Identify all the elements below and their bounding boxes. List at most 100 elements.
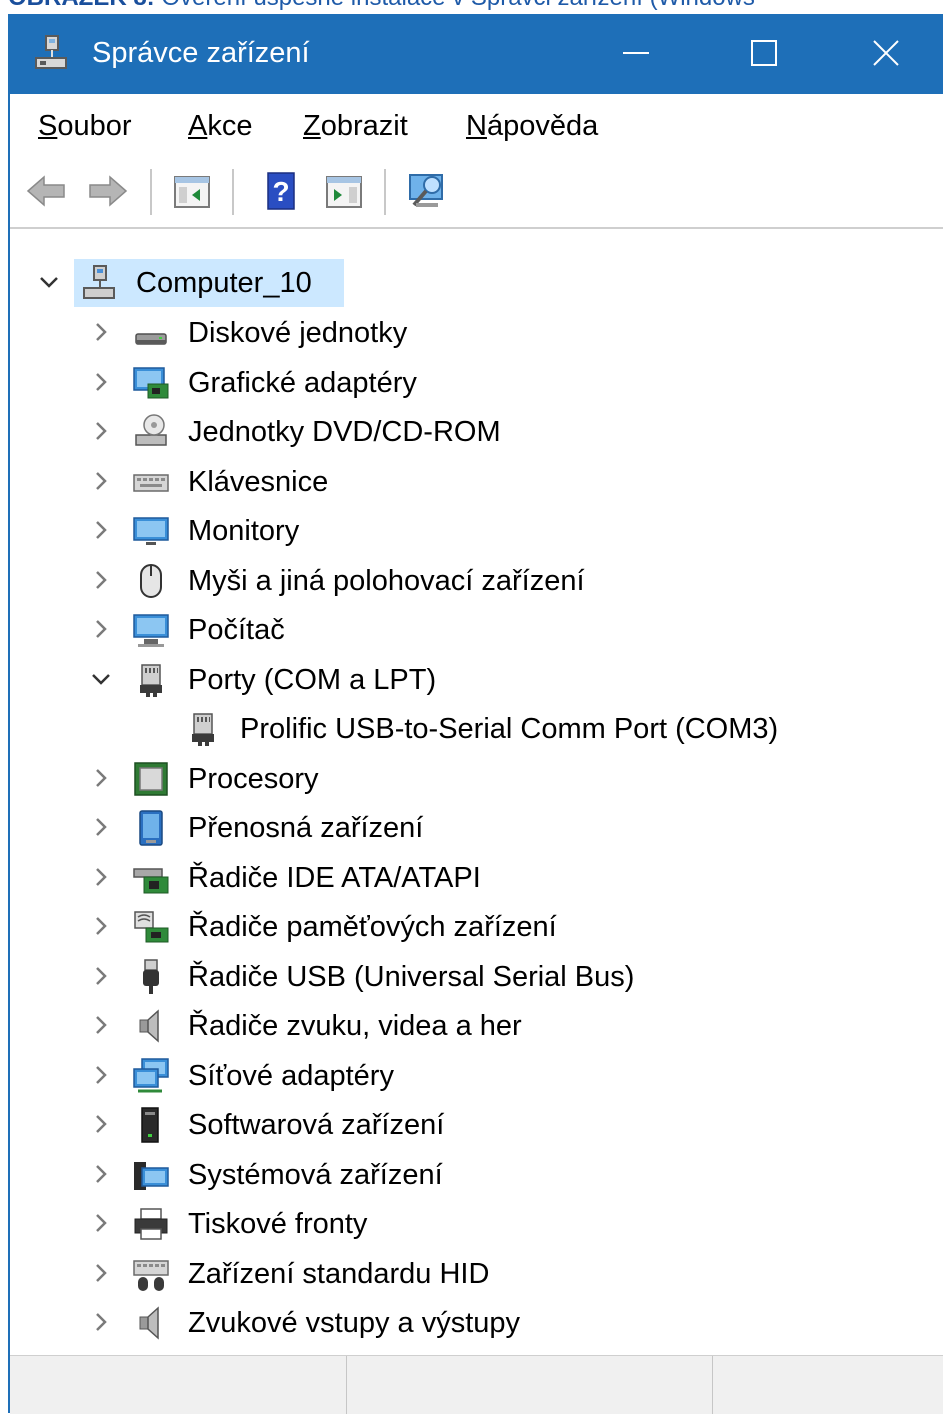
chevron-right-icon[interactable] <box>88 1111 114 1137</box>
tree-item-label: Monitory <box>188 515 300 547</box>
tree-root[interactable]: Computer_10 <box>10 259 943 307</box>
toolbar-separator <box>232 169 234 215</box>
software-device-icon <box>141 1107 159 1143</box>
close-button[interactable] <box>827 14 943 94</box>
menu-action[interactable]: Akce <box>188 108 252 144</box>
portable-device-icon <box>139 810 163 846</box>
tree-item[interactable]: Zařízení standardu HID <box>10 1250 943 1298</box>
chevron-right-icon[interactable] <box>88 616 114 642</box>
tree-root-label: Computer_10 <box>136 267 312 299</box>
title-bar[interactable]: Správce zařízení <box>10 14 943 94</box>
minimize-button[interactable] <box>577 14 695 94</box>
device-tree: Computer_10 Diskové jednotky Grafické ada… <box>10 229 943 1355</box>
mouse-icon <box>140 564 162 598</box>
tree-item-label: Počítač <box>188 614 285 646</box>
tree-item[interactable]: Softwarová zařízení <box>10 1101 943 1149</box>
chevron-right-icon[interactable] <box>88 1309 114 1335</box>
toolbar: ? <box>10 157 943 229</box>
tree-item-label: Přenosná zařízení <box>188 812 424 844</box>
close-icon <box>873 40 899 66</box>
network-adapter-icon <box>133 1058 169 1093</box>
speaker-icon <box>139 1009 159 1043</box>
usb-icon <box>143 959 159 994</box>
tree-item[interactable]: Síťové adaptéry <box>10 1052 943 1100</box>
tree-item-label: Řadiče zvuku, videa a her <box>188 1010 522 1042</box>
menu-help[interactable]: Nápověda <box>466 108 598 144</box>
tree-item[interactable]: Grafické adaptéry <box>10 359 943 407</box>
tree-item[interactable]: Přenosná zařízení <box>10 804 943 852</box>
tree-item[interactable]: Diskové jednotky <box>10 309 943 357</box>
tree-item-child[interactable]: Prolific USB-to-Serial Comm Port (COM3) <box>10 705 943 753</box>
maximize-button[interactable] <box>705 14 823 94</box>
disk-drive-icon <box>135 333 167 345</box>
scan-hardware-changes-icon[interactable] <box>406 169 450 213</box>
tree-item[interactable]: Tiskové fronty <box>10 1200 943 1248</box>
help-icon[interactable]: ? <box>260 169 304 213</box>
chevron-right-icon[interactable] <box>88 814 114 840</box>
chevron-right-icon[interactable] <box>88 963 114 989</box>
tree-item-label: Systémová zařízení <box>188 1159 443 1191</box>
tree-item[interactable]: Řadiče USB (Universal Serial Bus) <box>10 953 943 1001</box>
chevron-right-icon[interactable] <box>88 765 114 791</box>
chevron-right-icon[interactable] <box>88 567 114 593</box>
ide-controller-icon <box>133 868 169 894</box>
tree-item-label: Zařízení standardu HID <box>188 1258 490 1290</box>
menu-view[interactable]: Zobrazit <box>303 108 408 144</box>
show-hide-console-tree-icon[interactable] <box>170 169 214 213</box>
tree-item-label: Diskové jednotky <box>188 317 408 349</box>
speaker-icon <box>139 1306 159 1340</box>
status-cell-3 <box>712 1356 943 1414</box>
tree-item-label: Klávesnice <box>188 466 329 498</box>
status-cell-1 <box>10 1356 347 1414</box>
chevron-right-icon[interactable] <box>88 468 114 494</box>
chevron-right-icon[interactable] <box>88 418 114 444</box>
chevron-right-icon[interactable] <box>88 864 114 890</box>
tree-item[interactable]: Systémová zařízení <box>10 1151 943 1199</box>
tree-item-label: Řadiče USB (Universal Serial Bus) <box>188 961 635 993</box>
tree-item-label: Řadiče IDE ATA/ATAPI <box>188 862 481 894</box>
tree-item[interactable]: Jednotky DVD/CD-ROM <box>10 408 943 456</box>
tree-item[interactable]: Řadiče zvuku, videa a her <box>10 1002 943 1050</box>
chevron-right-icon[interactable] <box>88 1260 114 1286</box>
tree-item-label: Řadiče paměťových zařízení <box>188 911 557 943</box>
chevron-right-icon[interactable] <box>88 319 114 345</box>
tree-item[interactable]: Řadiče IDE ATA/ATAPI <box>10 854 943 902</box>
menu-file[interactable]: Soubor <box>38 108 132 144</box>
tree-item-label: Zvukové vstupy a výstupy <box>188 1307 521 1339</box>
chevron-right-icon[interactable] <box>88 517 114 543</box>
tree-item-label: Porty (COM a LPT) <box>188 664 437 696</box>
keyboard-icon <box>133 474 169 492</box>
forward-arrow-icon[interactable] <box>86 169 130 213</box>
chevron-right-icon[interactable] <box>88 1012 114 1038</box>
tree-item[interactable]: Procesory <box>10 755 943 803</box>
chevron-down-icon[interactable] <box>36 269 62 295</box>
toolbar-separator <box>150 169 152 215</box>
chevron-right-icon[interactable] <box>88 1161 114 1187</box>
chevron-right-icon[interactable] <box>88 369 114 395</box>
svg-text:?: ? <box>272 176 289 207</box>
minimize-icon <box>623 52 649 54</box>
tree-item[interactable]: Myši a jiná polohovací zařízení <box>10 557 943 605</box>
display-adapter-icon <box>133 367 169 399</box>
chevron-right-icon[interactable] <box>88 1210 114 1236</box>
back-arrow-icon[interactable] <box>24 169 68 213</box>
monitor-icon <box>133 517 169 545</box>
caption-strip: OBRÁZEK 8: Ověření úspěšné instalace v S… <box>0 0 943 14</box>
tree-item[interactable]: Porty (COM a LPT) <box>10 656 943 704</box>
tree-item[interactable]: Monitory <box>10 507 943 555</box>
computer-root-icon <box>83 265 115 299</box>
window-title: Správce zařízení <box>92 37 310 69</box>
tree-item[interactable]: Počítač <box>10 606 943 654</box>
chevron-right-icon[interactable] <box>88 913 114 939</box>
chevron-right-icon[interactable] <box>88 1062 114 1088</box>
chevron-down-icon[interactable] <box>88 666 114 692</box>
computer-icon <box>133 614 169 647</box>
tree-item[interactable]: Zvukové vstupy a výstupy <box>10 1299 943 1347</box>
device-manager-window: Správce zařízení Soubor Akce Zobrazit Ná… <box>8 14 943 1414</box>
port-icon <box>140 664 162 697</box>
device-manager-icon <box>35 35 67 69</box>
dvd-drive-icon <box>135 414 167 446</box>
tree-item[interactable]: Řadiče paměťových zařízení <box>10 903 943 951</box>
tree-item[interactable]: Klávesnice <box>10 458 943 506</box>
show-hide-action-pane-icon[interactable] <box>322 169 366 213</box>
